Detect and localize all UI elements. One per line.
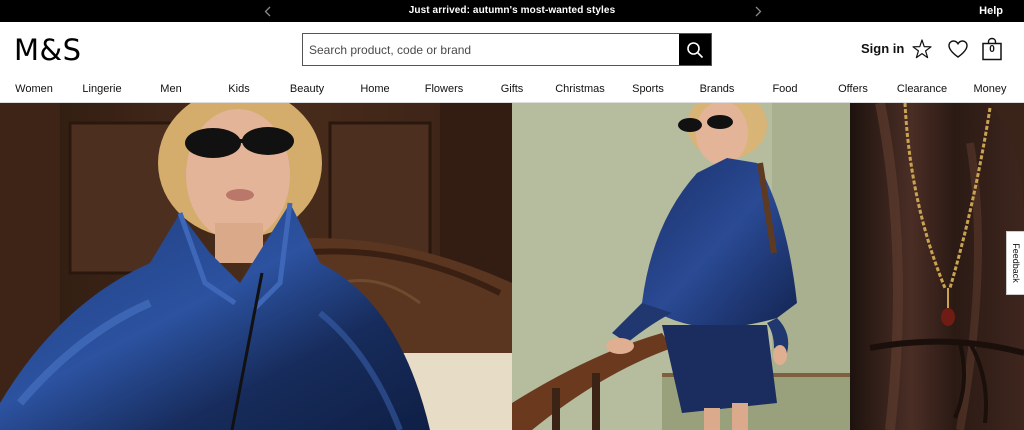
nav-item-money[interactable]: Money (973, 83, 1006, 95)
nav-item-home[interactable]: Home (360, 83, 389, 95)
nav-item-beauty[interactable]: Beauty (290, 83, 324, 95)
hero-left-photo (0, 103, 512, 430)
nav-item-brands[interactable]: Brands (700, 83, 735, 95)
nav-item-men[interactable]: Men (160, 83, 181, 95)
sparkle-icon[interactable] (911, 38, 933, 60)
hero-right-photo (850, 103, 1024, 430)
nav-item-offers[interactable]: Offers (838, 83, 868, 95)
hero-image-left[interactable] (0, 103, 512, 430)
help-link[interactable]: Help (979, 5, 1003, 17)
hero-image-right[interactable] (850, 103, 1024, 430)
heart-icon[interactable] (947, 38, 969, 60)
bag-icon[interactable]: 0 (981, 37, 1003, 61)
search-input[interactable] (303, 34, 679, 65)
bag-count: 0 (989, 44, 995, 55)
nav-item-christmas[interactable]: Christmas (555, 83, 605, 95)
search-button[interactable] (679, 34, 711, 65)
promo-bar: Just arrived: autumn's most-wanted style… (0, 0, 1024, 22)
nav-item-flowers[interactable]: Flowers (425, 83, 464, 95)
hero-middle-photo (512, 103, 850, 430)
category-nav: Women Lingerie Men Kids Beauty Home Flow… (0, 78, 1024, 103)
nav-item-sports[interactable]: Sports (632, 83, 664, 95)
feedback-label: Feedback (1010, 243, 1021, 283)
nav-item-food[interactable]: Food (772, 83, 797, 95)
search-bar (302, 33, 712, 66)
site-header: M&S Sign in 0 (0, 22, 1024, 78)
nav-item-clearance[interactable]: Clearance (897, 83, 947, 95)
sign-in-link[interactable]: Sign in (861, 41, 904, 56)
nav-item-gifts[interactable]: Gifts (501, 83, 524, 95)
hero-image-middle[interactable] (512, 103, 850, 430)
nav-item-lingerie[interactable]: Lingerie (82, 83, 121, 95)
nav-item-women[interactable]: Women (15, 83, 53, 95)
chevron-right-icon[interactable] (752, 4, 764, 18)
feedback-tab[interactable]: Feedback (1006, 231, 1024, 295)
nav-item-kids[interactable]: Kids (228, 83, 249, 95)
ms-logo[interactable]: M&S (14, 33, 82, 67)
search-icon (687, 41, 704, 58)
promo-message[interactable]: Just arrived: autumn's most-wanted style… (0, 5, 1024, 16)
hero-banner[interactable]: Feedback (0, 103, 1024, 430)
